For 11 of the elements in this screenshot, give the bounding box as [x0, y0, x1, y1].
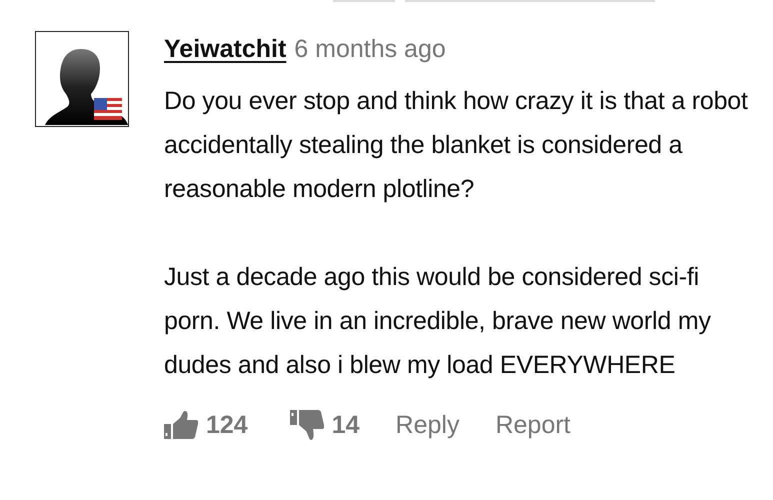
thumbs-up-icon[interactable] [164, 411, 198, 440]
comment-paragraph: Do you ever stop and think how crazy it is that a robot accidentally stealing the blanket is considered a reasonable modern plotline? [164, 86, 749, 204]
thumbs-down-icon[interactable] [290, 410, 324, 440]
username-link[interactable]: Yeiwatchit [164, 31, 286, 68]
timestamp: 6 months ago [294, 34, 446, 65]
flag-icon [94, 98, 122, 120]
comment-paragraph: Just a decade ago this would be considered sci-fi porn. We live in an incredible, brave new world my dudes and also i blew my load EVERYWHERE [164, 262, 712, 380]
action-link[interactable]: Reply [396, 406, 460, 444]
dislike-count: 14 [332, 410, 360, 440]
action-link[interactable]: Report [495, 406, 570, 444]
like-count: 124 [206, 410, 248, 440]
